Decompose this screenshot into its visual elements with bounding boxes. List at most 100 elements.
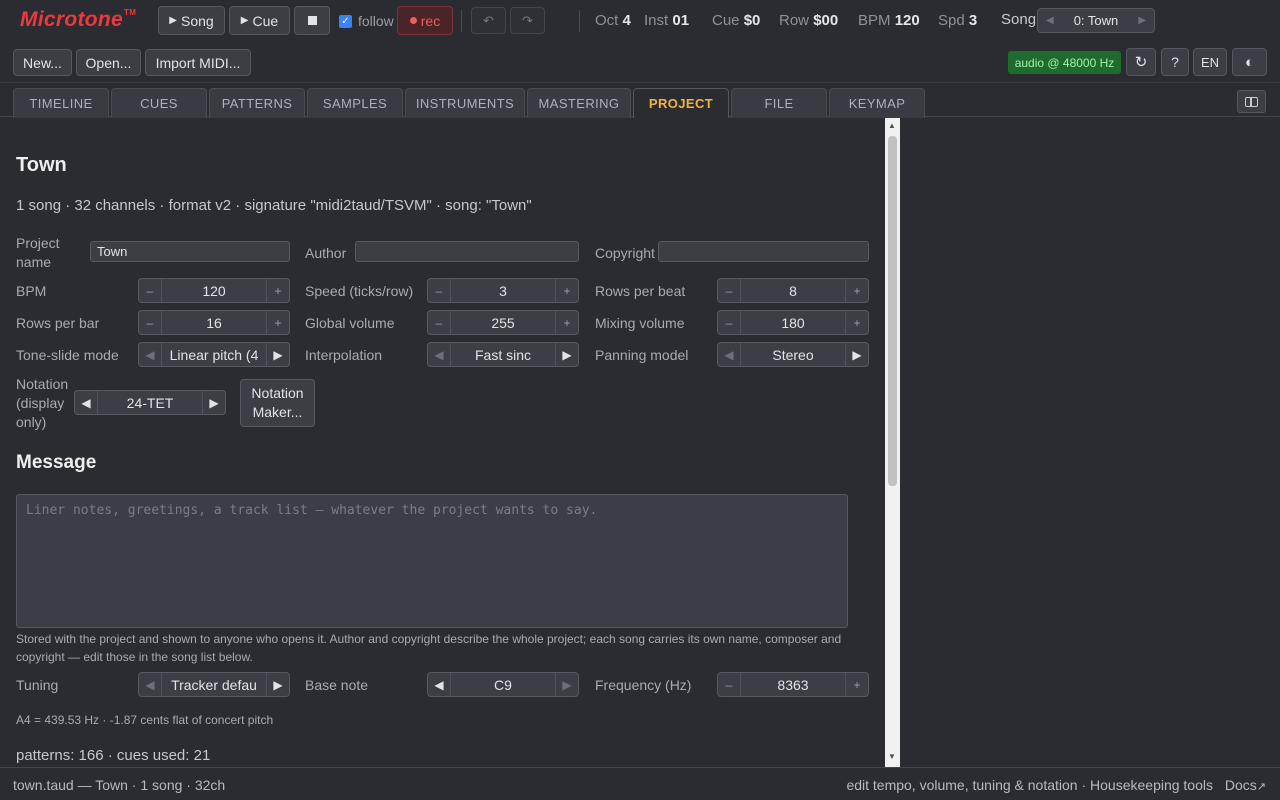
- toolbar-divider: [579, 10, 580, 32]
- next-option-icon[interactable]: ▶: [202, 391, 225, 414]
- rows-per-bar-stepper[interactable]: – 16 +: [138, 310, 290, 335]
- message-textarea[interactable]: Liner notes, greetings, a track list — w…: [16, 494, 848, 628]
- decrement-icon[interactable]: –: [139, 311, 162, 334]
- play-cue-button[interactable]: ▶ Cue: [229, 6, 290, 35]
- record-button[interactable]: rec: [397, 6, 453, 35]
- tone-slide-label: Tone-slide mode: [16, 347, 119, 363]
- decrement-icon[interactable]: –: [428, 279, 451, 302]
- prev-option-icon[interactable]: ◀: [718, 343, 741, 366]
- side-panel-area: [900, 118, 1280, 767]
- next-option-icon[interactable]: ▶: [555, 673, 578, 696]
- undo-icon: ↶: [483, 12, 494, 28]
- interpolation-select[interactable]: ◀ Fast sinc ▶: [427, 342, 579, 367]
- docs-link[interactable]: Docs↗: [1225, 777, 1266, 793]
- undo-button[interactable]: ↶: [471, 7, 506, 34]
- notation-select[interactable]: ◀ 24-TET ▶: [74, 390, 226, 415]
- speed-readout: Spd 3: [938, 12, 978, 29]
- cue-readout: Cue $0: [712, 12, 761, 29]
- decrement-icon[interactable]: –: [718, 279, 741, 302]
- increment-icon[interactable]: +: [845, 311, 868, 334]
- language-label: EN: [1200, 54, 1220, 70]
- notation-maker-button[interactable]: Notation Maker...: [240, 379, 315, 427]
- frequency-stepper[interactable]: – 8363 +: [717, 672, 869, 697]
- prev-option-icon[interactable]: ◀: [428, 673, 451, 696]
- language-button[interactable]: EN: [1193, 48, 1227, 76]
- next-option-icon[interactable]: ▶: [266, 673, 289, 696]
- project-name-label: Project name: [16, 235, 60, 270]
- octave-readout: Oct 4: [595, 12, 631, 29]
- reset-audio-button[interactable]: ↻: [1126, 48, 1156, 76]
- base-note-select[interactable]: ◀ C9 ▶: [427, 672, 579, 697]
- split-panel-icon: [1245, 96, 1258, 107]
- increment-icon[interactable]: +: [555, 279, 578, 302]
- tab-instruments[interactable]: INSTRUMENTS: [405, 88, 525, 118]
- panning-model-select[interactable]: ◀ Stereo ▶: [717, 342, 869, 367]
- tab-patterns[interactable]: PATTERNS: [209, 88, 305, 118]
- tuning-select[interactable]: ◀ Tracker defau ▶: [138, 672, 290, 697]
- base-note-label: Base note: [305, 677, 369, 693]
- prev-option-icon[interactable]: ◀: [139, 343, 162, 366]
- increment-icon[interactable]: +: [266, 279, 289, 302]
- next-option-icon[interactable]: ▶: [555, 343, 578, 366]
- side-panel-toggle[interactable]: [1237, 90, 1266, 113]
- prev-option-icon[interactable]: ◀: [75, 391, 98, 414]
- status-file-info: town.taud — Town · 1 song · 32ch: [13, 777, 226, 793]
- decrement-icon[interactable]: –: [139, 279, 162, 302]
- scroll-up-icon[interactable]: ▲: [888, 121, 896, 130]
- refresh-icon: ↻: [1134, 54, 1148, 71]
- new-button[interactable]: New...: [13, 49, 72, 76]
- tab-keymap[interactable]: KEYMAP: [829, 88, 925, 118]
- increment-icon[interactable]: +: [266, 311, 289, 334]
- next-song-icon[interactable]: ▶: [1138, 15, 1146, 26]
- copyright-input[interactable]: [658, 241, 869, 262]
- content-scrollbar[interactable]: ▲ ▼: [885, 118, 900, 767]
- project-name-input[interactable]: Town: [90, 241, 290, 262]
- stop-button[interactable]: [294, 6, 330, 35]
- decrement-icon[interactable]: –: [718, 673, 741, 696]
- decrement-icon[interactable]: –: [718, 311, 741, 334]
- prev-song-icon[interactable]: ◀: [1046, 15, 1054, 26]
- redo-button[interactable]: ↷: [510, 7, 545, 34]
- next-option-icon[interactable]: ▶: [845, 343, 868, 366]
- tab-timeline[interactable]: TIMELINE: [13, 88, 109, 118]
- prev-option-icon[interactable]: ◀: [139, 673, 162, 696]
- open-button[interactable]: Open...: [76, 49, 141, 76]
- help-button[interactable]: ?: [1161, 48, 1189, 76]
- pattern-cue-counts: patterns: 166 · cues used: 21: [16, 747, 211, 764]
- import-midi-button[interactable]: Import MIDI...: [145, 49, 251, 76]
- decrement-icon[interactable]: –: [428, 311, 451, 334]
- tab-file[interactable]: FILE: [731, 88, 827, 118]
- increment-icon[interactable]: +: [845, 673, 868, 696]
- bpm-stepper[interactable]: – 120 +: [138, 278, 290, 303]
- speed-stepper[interactable]: – 3 +: [427, 278, 579, 303]
- song-select[interactable]: ◀ 0: Town ▶: [1037, 8, 1155, 33]
- toolbar-divider: [461, 10, 462, 32]
- record-icon: [409, 17, 417, 24]
- tab-mastering[interactable]: MASTERING: [527, 88, 631, 118]
- mixing-volume-stepper[interactable]: – 180 +: [717, 310, 869, 335]
- tab-cues[interactable]: CUES: [111, 88, 207, 118]
- follow-checkbox[interactable]: ✓: [339, 14, 352, 28]
- global-volume-stepper[interactable]: – 255 +: [427, 310, 579, 335]
- increment-icon[interactable]: +: [555, 311, 578, 334]
- tab-project[interactable]: PROJECT: [633, 88, 729, 118]
- external-link-icon: ↗: [1256, 781, 1266, 793]
- mixing-volume-label: Mixing volume: [595, 315, 685, 331]
- prev-option-icon[interactable]: ◀: [428, 343, 451, 366]
- instrument-readout: Inst 01: [644, 12, 690, 29]
- theme-toggle-button[interactable]: ◐: [1232, 48, 1267, 76]
- project-panel: Town 1 song · 32 channels · format v2 · …: [0, 118, 885, 767]
- play-song-button[interactable]: ▶ Song: [158, 6, 225, 35]
- rows-per-beat-stepper[interactable]: – 8 +: [717, 278, 869, 303]
- increment-icon[interactable]: +: [845, 279, 868, 302]
- tab-samples[interactable]: SAMPLES: [307, 88, 403, 118]
- scroll-down-icon[interactable]: ▼: [888, 752, 896, 761]
- scrollbar-thumb[interactable]: [888, 136, 897, 486]
- status-hint: edit tempo, volume, tuning & notation · …: [846, 777, 1213, 793]
- author-input[interactable]: [355, 241, 579, 262]
- tone-slide-select[interactable]: ◀ Linear pitch (4 ▶: [138, 342, 290, 367]
- rows-per-bar-label: Rows per bar: [16, 315, 100, 331]
- next-option-icon[interactable]: ▶: [266, 343, 289, 366]
- help-label: ?: [1171, 54, 1179, 70]
- follow-toggle[interactable]: ✓ follow: [339, 13, 394, 29]
